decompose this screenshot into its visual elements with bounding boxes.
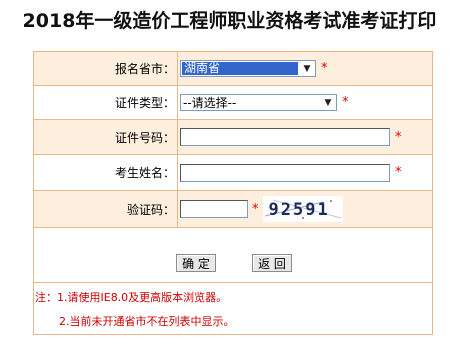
required-mark: * (321, 61, 328, 76)
row-id-number: 证件号码： * (34, 120, 432, 155)
province-select-value: 湖南省 (182, 62, 298, 75)
province-field-wrap: 湖南省 ▼ * (180, 52, 328, 85)
chevron-down-icon: ▼ (324, 97, 332, 108)
captcha-field-wrap: * 92591 (180, 191, 343, 227)
name-input[interactable] (180, 163, 390, 182)
captcha-input[interactable] (180, 200, 248, 218)
id-type-field-wrap: --请选择-- ▼ * (180, 86, 349, 119)
page-title: 2018年一级造价工程师职业资格考试准考证打印 (22, 10, 437, 32)
name-label: 考生姓名： (34, 155, 178, 190)
row-id-type: 证件类型： --请选择-- ▼ * (34, 86, 432, 120)
button-bar: 确 定 返 回 (34, 252, 432, 280)
id-number-input[interactable] (180, 128, 390, 146)
note-line-1: 注：1.请使用IE8.0及更高版本浏览器。 (35, 291, 228, 304)
confirm-button[interactable]: 确 定 (176, 254, 216, 272)
row-province: 报名省市： 湖南省 ▼ * (34, 52, 432, 86)
captcha-text: 92591 (268, 200, 330, 220)
required-mark: * (395, 129, 402, 145)
row-name: 考生姓名： * (34, 155, 432, 191)
id-type-label: 证件类型： (34, 86, 178, 119)
required-mark: * (342, 95, 349, 110)
print-form: 报名省市： 湖南省 ▼ * 证件类型： --请选择-- ▼ * 证件号码： * … (33, 51, 433, 335)
captcha-image[interactable]: 92591 (262, 196, 343, 222)
captcha-label: 验证码： (34, 191, 178, 227)
required-mark: * (395, 165, 402, 180)
province-select[interactable]: 湖南省 ▼ (180, 60, 316, 77)
id-number-field-wrap: * (180, 120, 402, 154)
province-label: 报名省市： (34, 52, 178, 85)
chevron-down-icon: ▼ (303, 63, 311, 74)
id-number-label: 证件号码： (34, 120, 178, 154)
required-mark: * (252, 201, 259, 217)
row-captcha: 验证码： * 92591 (34, 191, 432, 228)
back-button[interactable]: 返 回 (252, 254, 292, 272)
id-type-select-value: --请选择-- (183, 96, 237, 110)
note-line-2: 2.当前未开通省市不在列表中显示。 (59, 315, 235, 328)
id-type-select[interactable]: --请选择-- ▼ (180, 94, 337, 111)
name-field-wrap: * (180, 155, 402, 190)
notes-section: 注：1.请使用IE8.0及更高版本浏览器。 2.当前未开通省市不在列表中显示。 (34, 282, 432, 335)
